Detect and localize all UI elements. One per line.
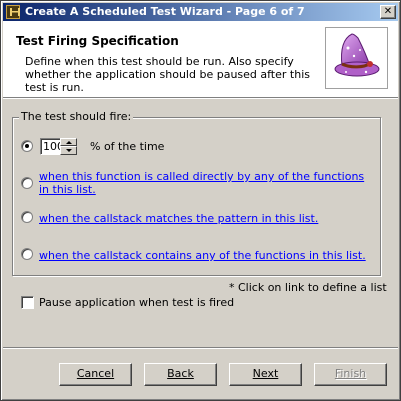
pause-checkbox[interactable] xyxy=(21,296,34,309)
footer-divider-highlight xyxy=(3,348,398,349)
app-icon xyxy=(6,5,20,19)
group-label: The test should fire: xyxy=(19,110,134,123)
percent-spinner xyxy=(60,138,77,155)
wizard-window: Create A Scheduled Test Wizard - Page 6 … xyxy=(0,0,401,401)
window-title: Create A Scheduled Test Wizard - Page 6 … xyxy=(25,5,305,18)
wizard-header: Test Firing Specification Define when th… xyxy=(3,21,398,97)
back-button[interactable]: Back xyxy=(144,363,217,386)
radio-percent[interactable] xyxy=(21,140,33,152)
radio-callstack-matches[interactable] xyxy=(21,211,33,223)
title-bar[interactable]: Create A Scheduled Test Wizard - Page 6 … xyxy=(3,3,398,21)
page-title: Test Firing Specification xyxy=(16,34,179,48)
radio-callstack-contains[interactable] xyxy=(21,248,33,260)
wizard-hat-icon xyxy=(325,27,388,89)
spin-down-button[interactable] xyxy=(60,146,77,155)
header-divider-highlight xyxy=(3,98,398,99)
called-by-link[interactable]: when this function is called directly by… xyxy=(39,170,369,196)
radio-called-by[interactable] xyxy=(21,177,33,189)
finish-button[interactable]: Finish xyxy=(314,363,387,386)
link-hint-note: * Click on link to define a list xyxy=(229,281,387,294)
callstack-contains-link[interactable]: when the callstack contains any of the f… xyxy=(39,249,366,262)
cancel-button[interactable]: Cancel xyxy=(59,363,132,386)
pause-checkbox-label[interactable]: Pause application when test is fired xyxy=(39,296,234,309)
radio-selected-dot xyxy=(25,144,29,148)
spin-up-button[interactable] xyxy=(60,138,77,146)
close-button[interactable]: ✕ xyxy=(380,5,396,19)
next-button[interactable]: Next xyxy=(229,363,302,386)
percent-label: % of the time xyxy=(90,140,165,153)
callstack-matches-link[interactable]: when the callstack matches the pattern i… xyxy=(39,212,318,225)
page-description: Define when this test should be run. Als… xyxy=(25,55,310,94)
